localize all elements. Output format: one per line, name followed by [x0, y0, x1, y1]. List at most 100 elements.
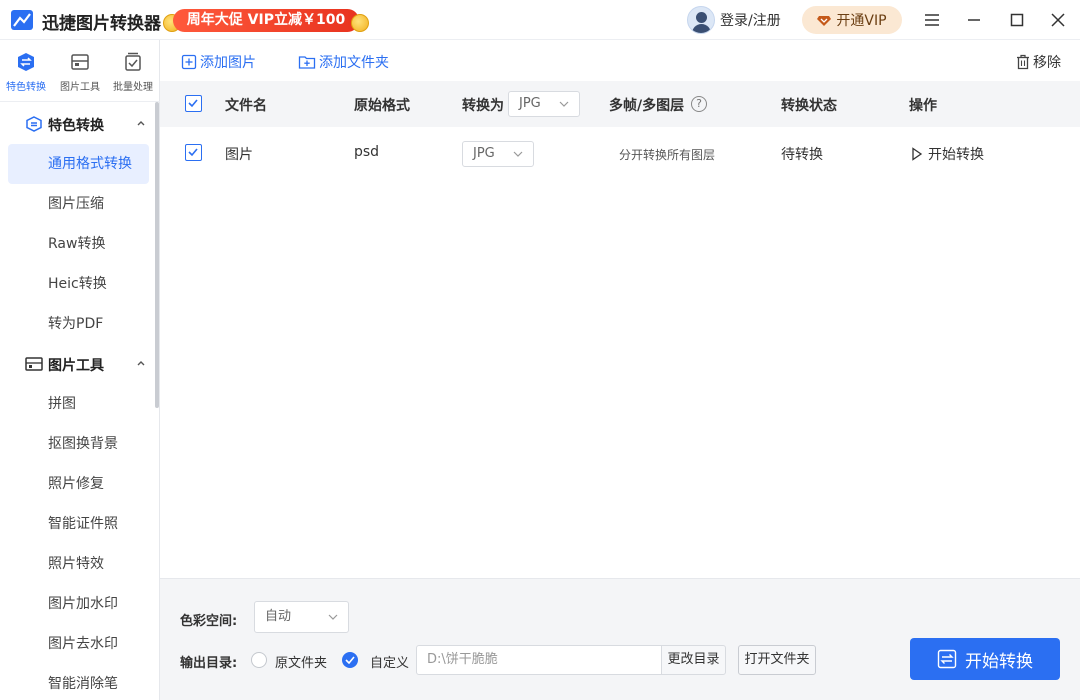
- convert-icon: [26, 116, 42, 132]
- row-frames-option[interactable]: 分开转换所有图层: [619, 146, 715, 163]
- check-icon: [188, 148, 198, 157]
- radio-custom-folder[interactable]: [342, 652, 358, 668]
- hamburger-icon: [925, 14, 939, 26]
- avatar: [687, 6, 715, 34]
- table-header: 文件名 原始格式 转换为 JPG 多帧/多图层 ? 转换状态 操作: [160, 81, 1080, 127]
- tab-batch[interactable]: 批量处理: [107, 52, 159, 96]
- main-panel: 添加图片 添加文件夹 移除 文件名 原始格式 转换为 JPG 多帧/多图层 ? …: [160, 40, 1080, 700]
- sidebar-tabs: 特色转换 图片工具 批量处理: [0, 40, 160, 102]
- sidebar-item-add-watermark[interactable]: 图片加水印: [8, 584, 149, 624]
- row-orig-format: psd: [354, 144, 380, 160]
- minimize-button[interactable]: [964, 10, 984, 30]
- start-convert-button[interactable]: 开始转换: [910, 638, 1060, 680]
- header-filename: 文件名: [225, 98, 267, 114]
- chevron-up-icon: [137, 361, 145, 366]
- radio-original-folder[interactable]: [251, 652, 267, 668]
- promo-banner[interactable]: 周年大促 VIP立减￥100: [163, 8, 371, 34]
- section-image-tools[interactable]: 图片工具: [0, 344, 155, 384]
- header-status: 转换状态: [781, 98, 837, 114]
- sidebar-item-heic[interactable]: Heic转换: [8, 264, 149, 304]
- sidebar: 特色转换 图片工具 批量处理 特色转换 通用格式转换 图片压缩 Raw转换 He…: [0, 40, 160, 700]
- check-icon: [345, 656, 355, 664]
- add-folder-icon: [298, 56, 316, 69]
- tab-label: 批量处理: [113, 82, 153, 93]
- menu-button[interactable]: [922, 10, 942, 30]
- close-icon: [1051, 13, 1065, 27]
- vip-label: 开通VIP: [836, 13, 887, 29]
- add-image-icon: [181, 54, 197, 70]
- help-icon[interactable]: ?: [691, 96, 707, 112]
- header-orig-format: 原始格式: [354, 98, 410, 114]
- bulk-format-value: JPG: [519, 96, 541, 111]
- tab-feature-convert[interactable]: 特色转换: [0, 52, 52, 96]
- vip-button[interactable]: 开通VIP: [802, 6, 902, 34]
- select-all-checkbox[interactable]: [185, 95, 202, 112]
- image-tool-icon: [71, 54, 89, 70]
- radio-custom-label: 自定义: [370, 656, 410, 671]
- add-folder-label: 添加文件夹: [319, 55, 389, 71]
- row-format-value: JPG: [473, 146, 495, 161]
- sidebar-item-eraser[interactable]: 智能消除笔: [8, 664, 149, 700]
- play-icon: [912, 147, 923, 161]
- sidebar-item-cutout[interactable]: 抠图换背景: [8, 424, 149, 464]
- add-image-button[interactable]: 添加图片: [181, 52, 256, 72]
- row-start-button[interactable]: 开始转换: [911, 144, 984, 164]
- row-checkbox[interactable]: [185, 144, 202, 161]
- batch-icon: [125, 52, 141, 71]
- header-action: 操作: [909, 98, 937, 114]
- color-space-label: 色彩空间:: [180, 614, 238, 629]
- convert-icon: [937, 649, 957, 669]
- vip-diamond-icon: [817, 16, 832, 26]
- close-button[interactable]: [1048, 10, 1068, 30]
- bulk-format-select[interactable]: JPG: [508, 91, 580, 117]
- tab-image-tools[interactable]: 图片工具: [54, 52, 106, 96]
- minimize-icon: [968, 19, 980, 21]
- start-convert-label: 开始转换: [965, 651, 1033, 672]
- header-convert-to: 转换为: [462, 98, 504, 114]
- section-title: 图片工具: [48, 358, 104, 374]
- maximize-button[interactable]: [1007, 10, 1027, 30]
- radio-original-label: 原文件夹: [275, 656, 328, 671]
- remove-label: 移除: [1033, 55, 1061, 71]
- sidebar-item-to-pdf[interactable]: 转为PDF: [8, 304, 149, 344]
- maximize-icon: [1010, 13, 1024, 27]
- open-folder-button[interactable]: 打开文件夹: [738, 645, 816, 675]
- sidebar-item-compress[interactable]: 图片压缩: [8, 184, 149, 224]
- sidebar-item-effects[interactable]: 照片特效: [8, 544, 149, 584]
- remove-button[interactable]: 移除: [1016, 52, 1061, 72]
- tab-label: 图片工具: [60, 82, 100, 93]
- output-path-input[interactable]: D:\饼干脆脆: [416, 645, 662, 675]
- chevron-down-icon: [559, 101, 569, 107]
- chevron-down-icon: [328, 614, 338, 620]
- output-settings-panel: 色彩空间: 自动 输出目录: 原文件夹 自定义 D:\饼干脆脆 更改目录 打开文…: [160, 578, 1080, 700]
- login-button[interactable]: 登录/注册: [687, 5, 781, 35]
- change-dir-button[interactable]: 更改目录: [661, 645, 726, 675]
- chevron-down-icon: [513, 151, 523, 157]
- sidebar-item-remove-watermark[interactable]: 图片去水印: [8, 624, 149, 664]
- sidebar-item-raw[interactable]: Raw转换: [8, 224, 149, 264]
- header-frames: 多帧/多图层: [609, 98, 685, 114]
- sidebar-item-collage[interactable]: 拼图: [8, 384, 149, 424]
- sidebar-item-id-photo[interactable]: 智能证件照: [8, 504, 149, 544]
- sidebar-item-general-convert[interactable]: 通用格式转换: [8, 144, 149, 184]
- sidebar-item-repair[interactable]: 照片修复: [8, 464, 149, 504]
- chevron-up-icon: [137, 121, 145, 126]
- output-dir-label: 输出目录:: [180, 656, 238, 671]
- app-logo-icon: [11, 10, 33, 30]
- title-bar: 迅捷图片转换器 周年大促 VIP立减￥100 登录/注册 开通VIP: [0, 0, 1080, 40]
- app-title: 迅捷图片转换器: [42, 14, 161, 34]
- row-filename: 图片: [225, 147, 253, 163]
- sidebar-scrollbar[interactable]: [155, 102, 159, 408]
- row-format-select[interactable]: JPG: [462, 141, 534, 167]
- table-row[interactable]: 图片 psd JPG 分开转换所有图层 待转换 开始转换: [160, 129, 1080, 177]
- color-space-select[interactable]: 自动: [254, 601, 349, 633]
- promo-text: 周年大促 VIP立减￥100: [173, 9, 359, 32]
- trash-icon: [1017, 54, 1029, 70]
- convert-icon: [18, 53, 34, 71]
- add-image-label: 添加图片: [200, 55, 256, 71]
- section-title: 特色转换: [48, 118, 104, 134]
- add-folder-button[interactable]: 添加文件夹: [298, 52, 389, 72]
- image-tool-icon: [25, 357, 43, 371]
- color-space-value: 自动: [265, 609, 292, 624]
- section-feature-convert[interactable]: 特色转换: [0, 104, 155, 144]
